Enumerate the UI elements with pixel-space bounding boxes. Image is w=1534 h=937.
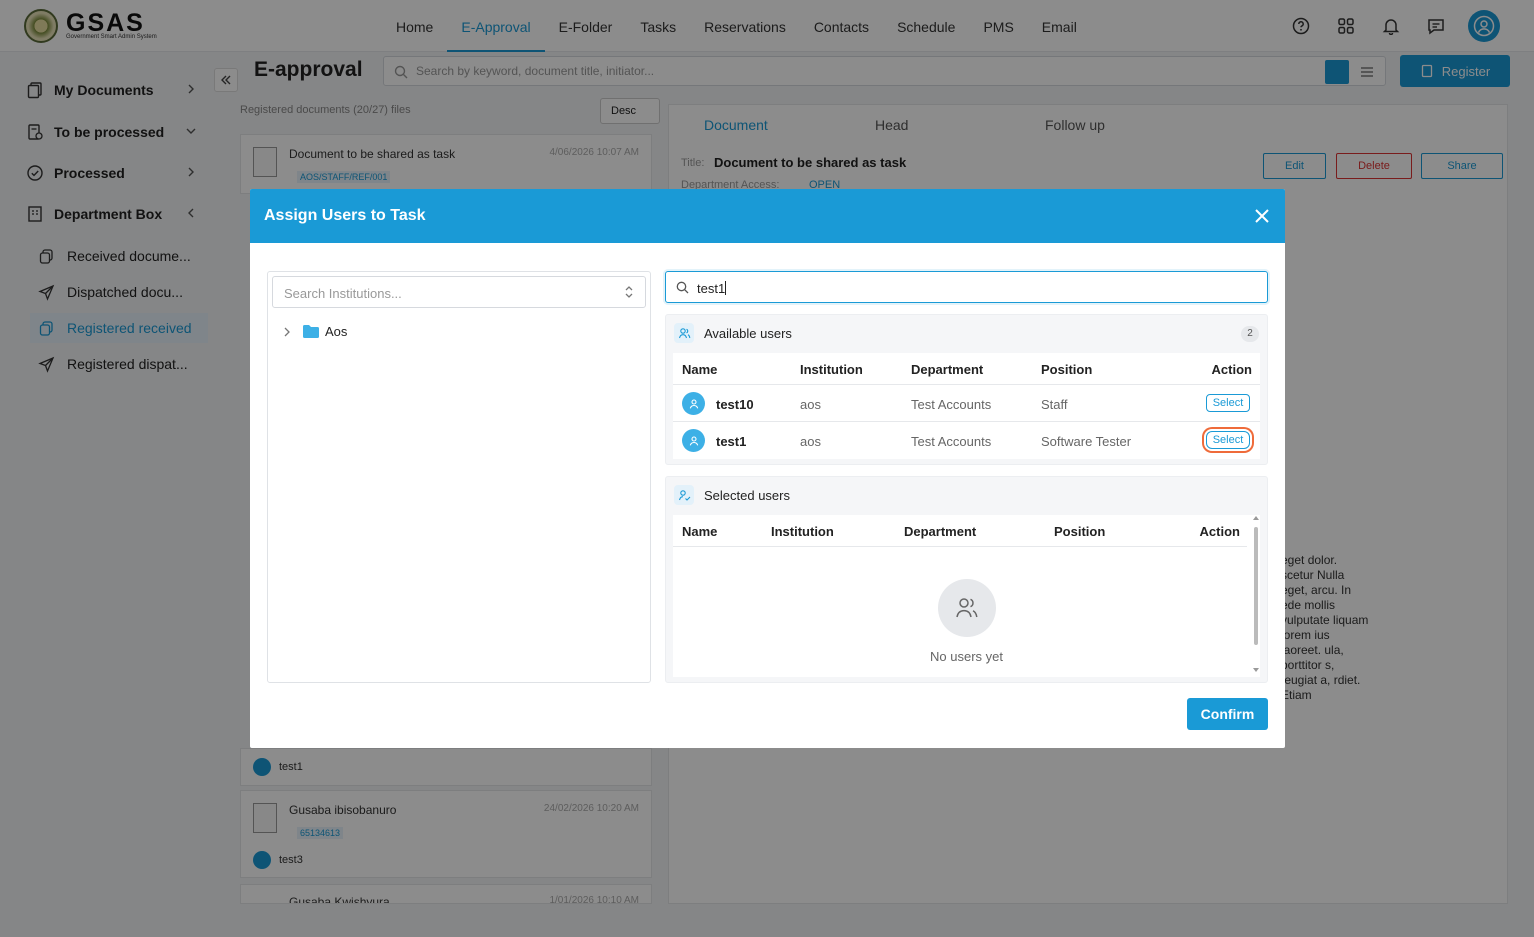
column-header-department: Department (904, 524, 977, 539)
column-header-action: Action (1199, 524, 1240, 539)
cell-position: Software Tester (1041, 434, 1132, 449)
cell-institution: aos (800, 397, 821, 412)
scrollbar[interactable] (1253, 515, 1259, 673)
text-caret (725, 281, 727, 295)
modal-header: Assign Users to Task (250, 189, 1285, 243)
select-user-button[interactable]: Select (1206, 394, 1250, 412)
cell-name: test1 (716, 434, 747, 449)
institution-tree-panel: Search Institutions... Aos (267, 271, 651, 683)
updown-arrow-icon (623, 285, 635, 299)
empty-state-text: No users yet (930, 649, 1003, 664)
cell-name: test10 (716, 397, 754, 412)
folder-icon (302, 324, 320, 339)
column-header-action: Action (1211, 362, 1252, 377)
assign-users-modal: Assign Users to Task Search Institutions… (250, 189, 1285, 748)
empty-state: No users yet (673, 579, 1260, 664)
tree-node-label: Aos (325, 324, 348, 339)
scroll-up-icon (1253, 516, 1259, 520)
column-header-department: Department (911, 362, 984, 377)
user-avatar-icon (682, 429, 705, 452)
cell-position: Staff (1041, 397, 1068, 412)
available-count-badge: 2 (1241, 326, 1259, 342)
cell-institution: aos (800, 434, 821, 449)
selected-users-table: Name Institution Department Position Act… (673, 515, 1260, 677)
table-row: test10 aos Test Accounts Staff Select (673, 384, 1260, 421)
available-users-table: Name Institution Department Position Act… (673, 353, 1260, 459)
users-icon (674, 323, 694, 343)
column-header-position: Position (1041, 362, 1093, 377)
chevron-right-icon[interactable] (280, 325, 294, 339)
column-header-institution: Institution (800, 362, 863, 377)
column-header-institution: Institution (771, 524, 834, 539)
institution-search-select[interactable]: Search Institutions... (272, 276, 646, 308)
user-search-input[interactable]: test1 (665, 271, 1268, 303)
close-icon[interactable] (1251, 205, 1273, 227)
available-users-title: Available users (704, 325, 792, 341)
column-header-position: Position (1054, 524, 1106, 539)
tree-node-aos[interactable]: Aos (280, 324, 347, 339)
table-row: test1 aos Test Accounts Software Tester … (673, 421, 1260, 458)
cell-department: Test Accounts (911, 434, 992, 449)
institution-search-placeholder: Search Institutions... (284, 286, 402, 301)
column-header-name: Name (682, 524, 718, 539)
users-icon (937, 579, 996, 637)
user-search-value: test1 (697, 281, 726, 296)
user-check-icon (674, 485, 694, 505)
search-icon (676, 281, 689, 294)
confirm-button[interactable]: Confirm (1187, 698, 1268, 730)
user-avatar-icon (682, 392, 705, 415)
available-users-panel: Available users 2 Name Institution Depar… (665, 314, 1268, 465)
selected-users-title: Selected users (704, 487, 790, 503)
column-header-name: Name (682, 362, 718, 377)
cell-department: Test Accounts (911, 397, 992, 412)
selected-users-panel: Selected users Name Institution Departme… (665, 476, 1268, 683)
modal-title: Assign Users to Task (264, 207, 426, 224)
scroll-down-icon (1253, 668, 1259, 672)
select-user-button[interactable]: Select (1206, 431, 1250, 449)
scrollbar-thumb[interactable] (1254, 527, 1258, 645)
